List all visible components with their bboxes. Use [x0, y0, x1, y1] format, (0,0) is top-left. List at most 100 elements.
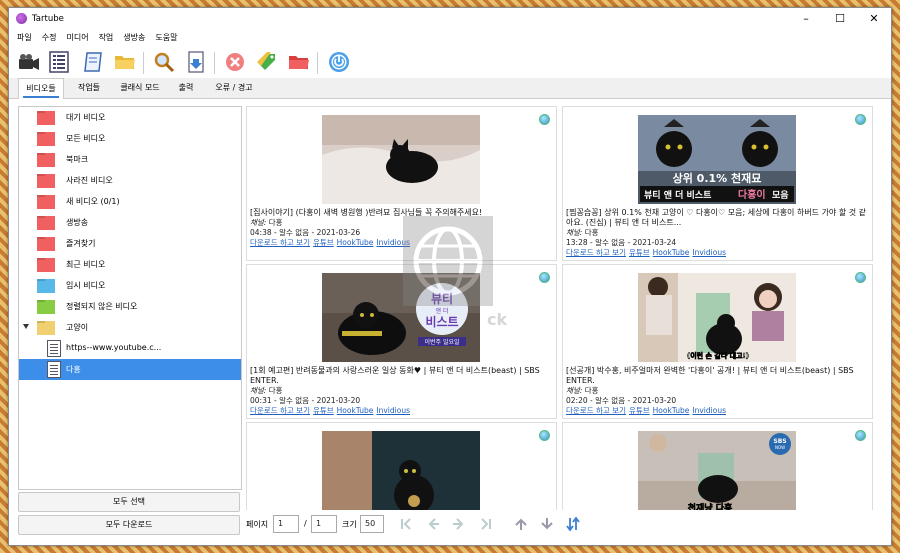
last-page-icon[interactable]: [477, 516, 493, 532]
sidebar-item-youtube-channel[interactable]: https--www.youtube.c...: [19, 338, 241, 359]
folder-icon: [37, 279, 55, 293]
video-card[interactable]: 상위 0.1% 천재묘 뷰티 앤 더 비스트 다홍이 모음 [찜꽁습꽁] 상위 0.1%…: [562, 106, 873, 261]
expand-arrow-icon[interactable]: [23, 324, 29, 329]
video-camera-icon[interactable]: [17, 50, 41, 74]
web-globe-icon[interactable]: [539, 114, 550, 125]
power-icon[interactable]: [327, 50, 351, 74]
download-watch-link[interactable]: 다운로드 하고 보기: [250, 406, 310, 415]
menu-help[interactable]: 도움말: [150, 30, 182, 46]
page-separator: /: [304, 519, 307, 528]
search-magnifier-icon[interactable]: [152, 50, 176, 74]
next-page-icon[interactable]: [451, 516, 467, 532]
previous-page-icon[interactable]: [425, 516, 441, 532]
download-watch-link[interactable]: 다운로드 하고 보기: [566, 406, 626, 415]
thumbnail-caption: 천재냥 다홍: [688, 502, 733, 510]
folder-icon: [37, 132, 55, 146]
youtube-link[interactable]: 유튜브: [313, 406, 334, 415]
folder-tree[interactable]: 대기 비디오모든 비디오북마크 사라진 비디오 새 비디오 (0/1) 생방송 즐겨찾기…: [18, 106, 242, 490]
select-all-button[interactable]: 모두 선택: [18, 492, 240, 512]
sidebar-item-livestreams[interactable]: 생방송: [19, 212, 241, 233]
show-logo-line2: 앤 더: [436, 307, 449, 315]
stop-icon[interactable]: [223, 50, 247, 74]
web-globe-icon[interactable]: [539, 430, 550, 441]
invidious-link[interactable]: Invidious: [376, 406, 410, 415]
download-watch-link[interactable]: 다운로드 하고 보기: [250, 238, 310, 247]
channel-list-icon: [47, 361, 61, 378]
sidebar-item-label: 모든 비디오: [66, 134, 106, 143]
sidebar-item-new-videos[interactable]: 새 비디오 (0/1): [19, 191, 241, 212]
channel-name: 다홍: [584, 386, 599, 395]
main-tabs: 비디오들 작업들 클래식 모드 출력 오류 / 경고: [9, 78, 891, 99]
download-watch-link[interactable]: 다운로드 하고 보기: [566, 248, 626, 257]
video-thumbnail[interactable]: [322, 431, 480, 510]
video-card[interactable]: [246, 422, 557, 510]
tab-videos[interactable]: 비디오들: [18, 78, 64, 99]
hooktube-link[interactable]: HookTube: [337, 238, 374, 247]
sidebar-item-cats[interactable]: 고양이: [19, 317, 241, 338]
tab-errors-warnings[interactable]: 오류 / 경고: [207, 78, 261, 98]
close-button[interactable]: ✕: [857, 8, 891, 30]
scroll-down-icon[interactable]: [539, 516, 555, 532]
first-page-icon[interactable]: [399, 516, 415, 532]
sidebar-item-missing-videos[interactable]: 사라진 비디오: [19, 170, 241, 191]
video-thumbnail[interactable]: SBS NOW 천재냥 다홍: [638, 431, 796, 510]
tab-classic-mode[interactable]: 클래식 모드: [113, 78, 167, 98]
sort-icon[interactable]: [565, 516, 581, 532]
sidebar-item-waiting-videos[interactable]: 대기 비디오: [19, 107, 241, 128]
sbs-badge-text: SBS: [773, 438, 786, 445]
maximize-button[interactable]: ☐: [823, 8, 857, 30]
video-size: 알수 없음: [595, 238, 626, 247]
menu-operations[interactable]: 작업: [94, 30, 119, 46]
page-total-field: 1: [311, 515, 337, 533]
menu-file[interactable]: 파일: [12, 30, 37, 46]
red-folder-icon[interactable]: [287, 50, 311, 74]
menu-media[interactable]: 미디어: [61, 30, 93, 46]
video-duration: 02:20: [566, 396, 588, 405]
youtube-link[interactable]: 유튜브: [313, 238, 334, 247]
sidebar-item-temporary-videos[interactable]: 임시 비디오: [19, 275, 241, 296]
video-card[interactable]: SBS NOW 천재냥 다홍: [562, 422, 873, 510]
page-number-input[interactable]: 1: [273, 515, 299, 533]
tab-progress[interactable]: 작업들: [67, 78, 111, 98]
sidebar-item-recent-videos[interactable]: 최근 비디오: [19, 254, 241, 275]
page-size-input[interactable]: 50: [360, 515, 384, 533]
sidebar-item-unsorted-videos[interactable]: 정렬되지 않은 비디오: [19, 296, 241, 317]
tags-icon[interactable]: [255, 50, 279, 74]
invidious-link[interactable]: Invidious: [692, 406, 726, 415]
scroll-up-icon[interactable]: [513, 516, 529, 532]
youtube-link[interactable]: 유튜브: [629, 406, 650, 415]
channel-name: 다홍: [584, 228, 599, 237]
invidious-link[interactable]: Invidious: [692, 248, 726, 257]
sidebar-item-dahong[interactable]: 다홍: [19, 359, 241, 380]
hooktube-link[interactable]: HookTube: [653, 406, 690, 415]
video-thumbnail[interactable]: 상위 0.1% 천재묘 뷰티 앤 더 비스트 다홍이 모음: [638, 115, 796, 204]
hooktube-link[interactable]: HookTube: [653, 248, 690, 257]
video-card[interactable]: (이런 손 같다 대고!) [선공개] 박수홍, 비주얼마저 완벽한 '다홍이' …: [562, 264, 873, 419]
youtube-link[interactable]: 유튜브: [629, 248, 650, 257]
minimize-button[interactable]: –: [789, 8, 823, 30]
sidebar-item-all-videos[interactable]: 모든 비디오: [19, 128, 241, 149]
video-thumbnail[interactable]: (이런 손 같다 대고!): [638, 273, 796, 362]
sidebar-item-favourites[interactable]: 즐겨찾기: [19, 233, 241, 254]
video-card[interactable]: 뷰티앤 더비스트이번주 일요일[1회 예고편] 반려동물과의 사랑스러운 일상 …: [246, 264, 557, 419]
video-card[interactable]: [집사이야기] (다홍이 새벽 병원행 )반려묘 집사님들 꼭 주의해주세요! 채…: [246, 106, 557, 261]
folder-icon: [37, 300, 55, 314]
open-folder-icon[interactable]: [113, 50, 137, 74]
video-channel: 채널: 다홍: [566, 386, 868, 396]
download-icon[interactable]: [184, 50, 208, 74]
web-globe-icon[interactable]: [539, 272, 550, 283]
menu-edit[interactable]: 수정: [37, 30, 62, 46]
tab-output[interactable]: 출력: [169, 78, 203, 98]
web-globe-icon[interactable]: [855, 430, 866, 441]
window-title: Tartube: [32, 14, 64, 24]
sidebar-item-label: 다홍: [66, 365, 81, 374]
video-thumbnail[interactable]: [322, 115, 480, 204]
web-globe-icon[interactable]: [855, 272, 866, 283]
scroll-icon[interactable]: [81, 50, 105, 74]
web-globe-icon[interactable]: [855, 114, 866, 125]
menu-livestreams[interactable]: 생방송: [118, 30, 150, 46]
hooktube-link[interactable]: HookTube: [337, 406, 374, 415]
sidebar-item-bookmarks[interactable]: 북마크: [19, 149, 241, 170]
list-icon[interactable]: [47, 50, 71, 74]
download-all-button[interactable]: 모두 다운로드: [18, 515, 240, 535]
